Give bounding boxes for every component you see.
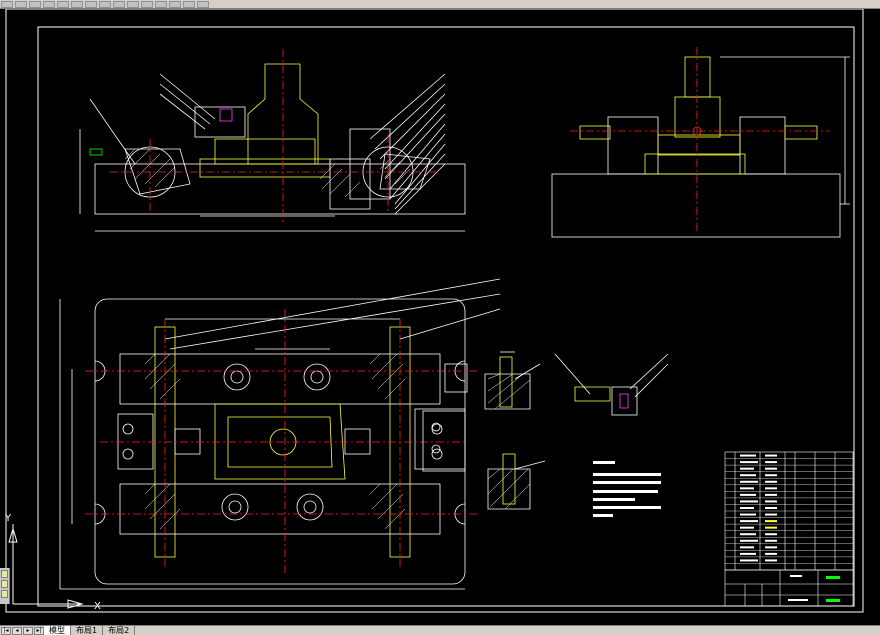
parts-list-rows xyxy=(725,454,853,564)
title-block-accents xyxy=(788,575,840,602)
parts-list-cell-text xyxy=(740,546,754,549)
save-button[interactable] xyxy=(29,0,41,8)
parts-list-cell-text xyxy=(740,467,754,470)
tab-next-button[interactable]: ▸ xyxy=(23,626,33,635)
drawing-canvas[interactable]: Y X xyxy=(0,9,880,625)
parts-list-cell-text xyxy=(740,500,758,503)
parts-list-cell-text xyxy=(740,487,754,490)
parts-list-cell-material xyxy=(765,493,777,496)
parts-list-cell-material xyxy=(765,500,777,503)
parts-list-cell-text xyxy=(740,559,758,562)
parts-list-cell-text xyxy=(740,480,758,483)
palette-tool-2[interactable] xyxy=(1,580,8,588)
parts-list-cell-text xyxy=(740,539,758,542)
parts-list-cell-text xyxy=(740,454,756,457)
help-button[interactable] xyxy=(197,0,209,8)
pan-button[interactable] xyxy=(141,0,153,8)
redo-button[interactable] xyxy=(127,0,139,8)
ucs-y-label: Y xyxy=(4,513,12,524)
parts-list-cell-material xyxy=(765,552,777,555)
layers-button[interactable] xyxy=(183,0,195,8)
parts-list-cell-material xyxy=(765,487,777,490)
plan-view xyxy=(59,278,501,590)
parts-list-cell-material xyxy=(765,513,777,516)
tab-prev-button[interactable]: ◂ xyxy=(12,626,22,635)
parts-list-cell-material xyxy=(765,533,777,536)
parts-list-cell-material xyxy=(765,467,777,470)
zoom-button[interactable] xyxy=(155,0,167,8)
detail-section-a xyxy=(484,351,541,410)
detail-section-c xyxy=(554,353,669,416)
parts-list-cell-text xyxy=(740,474,756,477)
parts-list-cell-material xyxy=(765,461,777,464)
parts-list-cell-text xyxy=(740,507,754,509)
parts-list-cell-material xyxy=(765,539,777,542)
parts-list-cell-material xyxy=(765,546,777,549)
parts-list-cell-text xyxy=(740,493,756,496)
preview-button[interactable] xyxy=(57,0,69,8)
detail-section-b xyxy=(487,453,546,510)
parts-list-cell-material xyxy=(765,559,777,562)
palette-tool-3[interactable] xyxy=(1,590,8,598)
parts-list-cell-text xyxy=(740,520,758,523)
ucs-x-label: X xyxy=(94,601,101,612)
properties-button[interactable] xyxy=(169,0,181,8)
parts-list-cell-material xyxy=(765,526,777,529)
parts-list-cell-material xyxy=(765,520,777,523)
left-tool-palette xyxy=(0,568,10,604)
side-view-centerlines xyxy=(570,47,830,234)
parts-list-cell-text xyxy=(740,552,756,555)
parts-list-cell-text xyxy=(740,526,754,529)
front-view-centerlines xyxy=(110,49,440,224)
undo-button[interactable] xyxy=(113,0,125,8)
parts-list-cell-text xyxy=(740,461,758,464)
palette-tool-1[interactable] xyxy=(1,570,8,578)
outer-frame xyxy=(5,9,864,613)
parts-list-cell-text xyxy=(740,533,756,536)
parts-list-cell-text xyxy=(740,513,756,516)
parts-list-cell-material xyxy=(765,507,777,509)
paste-button[interactable] xyxy=(99,0,111,8)
open-file-button[interactable] xyxy=(15,0,27,8)
new-file-button[interactable] xyxy=(1,0,13,8)
copy-button[interactable] xyxy=(85,0,97,8)
tab-last-button[interactable]: ▸| xyxy=(34,626,44,635)
parts-list-cell-material xyxy=(765,454,777,457)
standard-toolbar xyxy=(0,0,880,9)
parts-list-cell-material xyxy=(765,474,777,477)
print-button[interactable] xyxy=(43,0,55,8)
side-view xyxy=(551,56,850,238)
technical-requirements xyxy=(593,461,661,517)
inner-frame xyxy=(37,26,855,607)
tab-first-button[interactable]: |◂ xyxy=(1,626,11,635)
parts-list-cell-material xyxy=(765,480,777,483)
front-view xyxy=(79,63,466,232)
cut-button[interactable] xyxy=(71,0,83,8)
ucs-icon: Y X xyxy=(4,513,101,612)
